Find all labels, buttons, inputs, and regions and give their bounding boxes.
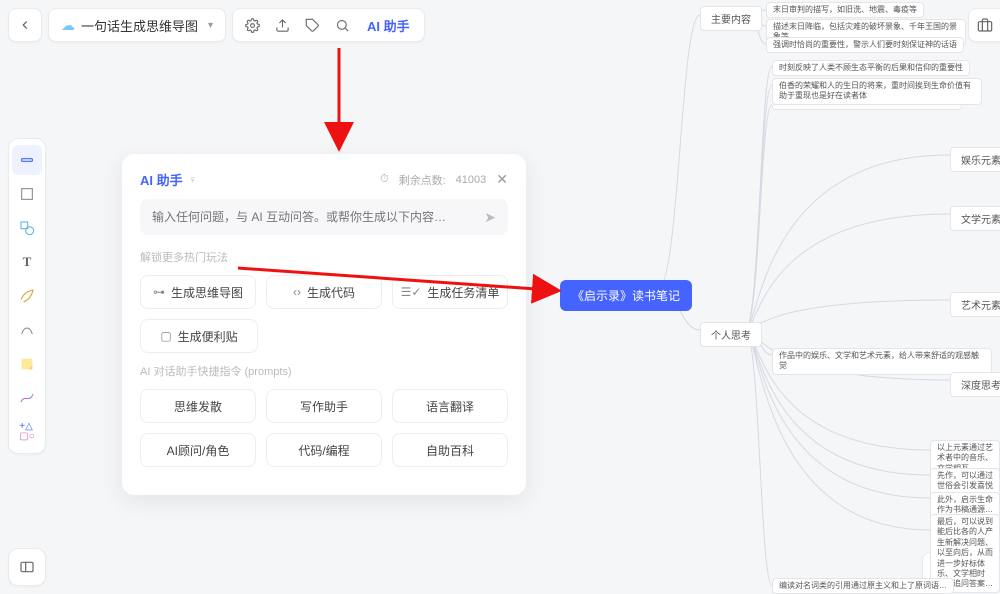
template-code-button[interactable]: ‹› 生成代码 [266, 275, 382, 309]
points-icon: ⏱ [380, 173, 389, 186]
mindmap-node[interactable]: 强调时恰尚的重要性，警示人们要时刻保证神的话语 [766, 37, 964, 53]
mindmap-node[interactable]: 作品中的娱乐、文学和艺术元素，给人带来舒适的观感触觉 [772, 348, 992, 375]
send-icon[interactable]: ➤ [484, 209, 496, 226]
chip-label: 生成代码 [307, 284, 355, 301]
ai-panel-sub-icon: ♀ [189, 174, 197, 186]
mindmap-node[interactable]: 时刻反映了人类不顾生态平衡的后果和信仰的重要性 [772, 60, 970, 76]
checklist-icon: ☰✓ [401, 285, 422, 299]
template-tasks-button[interactable]: ☰✓ 生成任务清单 [392, 275, 508, 309]
ai-input[interactable] [152, 210, 476, 224]
ai-input-wrap: ➤ [140, 199, 508, 235]
mindmap-node[interactable] [772, 104, 962, 110]
mindmap-node[interactable]: 编读对名词类的引用通过原主义和上了原词语… [772, 578, 954, 594]
mindmap-node[interactable]: 娱乐元素 [950, 147, 1000, 172]
prompt-wiki-button[interactable]: 自助百科 [392, 433, 508, 467]
chip-label: 写作助手 [300, 398, 348, 415]
template-mindmap-button[interactable]: ⊶ 生成思维导图 [140, 275, 256, 309]
template-sticky-button[interactable]: ▢ 生成便利贴 [140, 319, 258, 353]
section-templates-title: 解锁更多热门玩法 [140, 249, 508, 265]
mindmap-node[interactable]: 艺术元素 [950, 292, 1000, 317]
mindmap-node[interactable]: 主要内容 [700, 6, 762, 31]
prompt-role-button[interactable]: AI顾问/角色 [140, 433, 256, 467]
mindmap-node[interactable]: 个人思考 [700, 322, 762, 347]
code-icon: ‹› [293, 285, 301, 299]
branch-icon: ⊶ [153, 285, 165, 299]
ai-assistant-panel: AI 助手 ♀ ⏱ 剩余点数: 41003 ✕ ➤ 解锁更多热门玩法 ⊶ 生成思… [122, 154, 526, 495]
prompt-translate-button[interactable]: 语言翻译 [392, 389, 508, 423]
sticky-icon: ▢ [160, 329, 171, 343]
prompt-coding-button[interactable]: 代码/编程 [266, 433, 382, 467]
points-label: 剩余点数: [399, 172, 446, 188]
close-icon[interactable]: ✕ [496, 171, 508, 188]
chip-label: AI顾问/角色 [167, 442, 230, 459]
mindmap-node[interactable]: 深度思考 [950, 372, 1000, 397]
mindmap-node[interactable]: 文学元素 [950, 206, 1000, 231]
chip-label: 生成便利贴 [178, 328, 238, 345]
chip-label: 自助百科 [426, 442, 474, 459]
mindmap-root-node[interactable]: 《启示录》读书笔记 [560, 280, 692, 311]
points-value: 41003 [456, 174, 487, 186]
prompt-diverge-button[interactable]: 思维发散 [140, 389, 256, 423]
chip-label: 生成思维导图 [171, 284, 243, 301]
chip-label: 语言翻译 [426, 398, 474, 415]
chip-label: 思维发散 [174, 398, 222, 415]
ai-panel-title: AI 助手 [140, 170, 183, 189]
chip-label: 生成任务清单 [427, 284, 499, 301]
mindmap-node[interactable]: 末日审判的描写，如旧洗、地震、毒疫等 [766, 2, 924, 18]
mindmap-node[interactable]: 伯香的荣耀和人的生日的将来，重时间挨到生命价值有助于重现也是好在读者体 [772, 78, 982, 105]
section-prompts-title: AI 对话助手快捷指令 (prompts) [140, 363, 508, 379]
chip-label: 代码/编程 [298, 442, 349, 459]
prompt-writing-button[interactable]: 写作助手 [266, 389, 382, 423]
